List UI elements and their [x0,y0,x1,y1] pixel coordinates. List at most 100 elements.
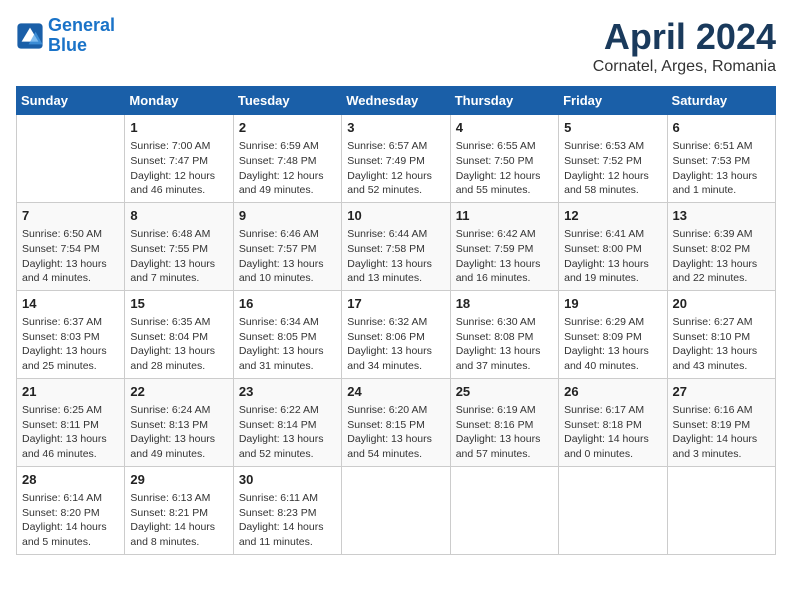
calendar-cell: 24 Sunrise: 6:20 AM Sunset: 8:15 PM Dayli… [342,378,450,466]
day-content: Sunrise: 6:19 AM Sunset: 8:16 PM Dayligh… [456,403,553,462]
calendar-cell [667,466,775,554]
day-content: Sunrise: 6:39 AM Sunset: 8:02 PM Dayligh… [673,227,770,286]
day-number: 21 [22,383,119,401]
calendar-cell: 14 Sunrise: 6:37 AM Sunset: 8:03 PM Dayli… [17,290,125,378]
calendar-cell [342,466,450,554]
title-block: April 2024 Cornatel, Arges, Romania [593,16,776,76]
day-content: Sunrise: 7:00 AM Sunset: 7:47 PM Dayligh… [130,139,227,198]
day-number: 20 [673,295,770,313]
day-content: Sunrise: 6:44 AM Sunset: 7:58 PM Dayligh… [347,227,444,286]
day-number: 30 [239,471,336,489]
day-number: 18 [456,295,553,313]
day-number: 24 [347,383,444,401]
day-content: Sunrise: 6:46 AM Sunset: 7:57 PM Dayligh… [239,227,336,286]
day-number: 17 [347,295,444,313]
weekday-header-friday: Friday [559,87,667,115]
weekday-header-saturday: Saturday [667,87,775,115]
day-number: 27 [673,383,770,401]
day-number: 10 [347,207,444,225]
calendar-cell: 9Sunrise: 6:46 AM Sunset: 7:57 PM Daylig… [233,202,341,290]
day-content: Sunrise: 6:50 AM Sunset: 7:54 PM Dayligh… [22,227,119,286]
day-content: Sunrise: 6:24 AM Sunset: 8:13 PM Dayligh… [130,403,227,462]
day-content: Sunrise: 6:41 AM Sunset: 8:00 PM Dayligh… [564,227,661,286]
weekday-header-row: SundayMondayTuesdayWednesdayThursdayFrid… [17,87,776,115]
day-number: 19 [564,295,661,313]
logo-icon [16,22,44,50]
calendar-cell [450,466,558,554]
calendar-cell [17,115,125,203]
calendar-cell: 18Sunrise: 6:30 AM Sunset: 8:08 PM Dayli… [450,290,558,378]
day-content: Sunrise: 6:35 AM Sunset: 8:04 PM Dayligh… [130,315,227,374]
calendar-cell: 3 Sunrise: 6:57 AM Sunset: 7:49 PM Daylig… [342,115,450,203]
calendar-week-row: 21Sunrise: 6:25 AM Sunset: 8:11 PM Dayli… [17,378,776,466]
calendar-cell: 20 Sunrise: 6:27 AM Sunset: 8:10 PM Dayli… [667,290,775,378]
calendar-cell: 7Sunrise: 6:50 AM Sunset: 7:54 PM Daylig… [17,202,125,290]
calendar-cell: 26 Sunrise: 6:17 AM Sunset: 8:18 PM Dayli… [559,378,667,466]
day-number: 15 [130,295,227,313]
day-content: Sunrise: 6:55 AM Sunset: 7:50 PM Dayligh… [456,139,553,198]
day-number: 28 [22,471,119,489]
day-number: 29 [130,471,227,489]
day-number: 22 [130,383,227,401]
calendar-cell: 12 Sunrise: 6:41 AM Sunset: 8:00 PM Dayli… [559,202,667,290]
day-content: Sunrise: 6:37 AM Sunset: 8:03 PM Dayligh… [22,315,119,374]
day-content: Sunrise: 6:17 AM Sunset: 8:18 PM Dayligh… [564,403,661,462]
calendar-cell: 19 Sunrise: 6:29 AM Sunset: 8:09 PM Dayli… [559,290,667,378]
weekday-header-thursday: Thursday [450,87,558,115]
calendar-cell: 1Sunrise: 7:00 AM Sunset: 7:47 PM Daylig… [125,115,233,203]
calendar-cell: 15 Sunrise: 6:35 AM Sunset: 8:04 PM Dayli… [125,290,233,378]
day-content: Sunrise: 6:22 AM Sunset: 8:14 PM Dayligh… [239,403,336,462]
day-number: 4 [456,119,553,137]
day-content: Sunrise: 6:42 AM Sunset: 7:59 PM Dayligh… [456,227,553,286]
logo-line2: Blue [48,35,87,55]
day-content: Sunrise: 6:48 AM Sunset: 7:55 PM Dayligh… [130,227,227,286]
day-number: 5 [564,119,661,137]
weekday-header-sunday: Sunday [17,87,125,115]
page-header: General Blue April 2024 Cornatel, Arges,… [16,16,776,76]
calendar-cell: 30 Sunrise: 6:11 AM Sunset: 8:23 PM Dayli… [233,466,341,554]
logo-line1: General [48,15,115,35]
day-content: Sunrise: 6:34 AM Sunset: 8:05 PM Dayligh… [239,315,336,374]
day-content: Sunrise: 6:59 AM Sunset: 7:48 PM Dayligh… [239,139,336,198]
calendar-cell: 28 Sunrise: 6:14 AM Sunset: 8:20 PM Dayli… [17,466,125,554]
calendar-week-row: 7Sunrise: 6:50 AM Sunset: 7:54 PM Daylig… [17,202,776,290]
calendar-cell: 13Sunrise: 6:39 AM Sunset: 8:02 PM Dayli… [667,202,775,290]
calendar-cell: 8 Sunrise: 6:48 AM Sunset: 7:55 PM Daylig… [125,202,233,290]
calendar-cell: 25 Sunrise: 6:19 AM Sunset: 8:16 PM Dayli… [450,378,558,466]
calendar-cell: 10 Sunrise: 6:44 AM Sunset: 7:58 PM Dayli… [342,202,450,290]
day-number: 3 [347,119,444,137]
day-number: 12 [564,207,661,225]
day-content: Sunrise: 6:20 AM Sunset: 8:15 PM Dayligh… [347,403,444,462]
calendar-cell: 2 Sunrise: 6:59 AM Sunset: 7:48 PM Daylig… [233,115,341,203]
day-number: 16 [239,295,336,313]
calendar-week-row: 28 Sunrise: 6:14 AM Sunset: 8:20 PM Dayli… [17,466,776,554]
calendar-cell: 21Sunrise: 6:25 AM Sunset: 8:11 PM Dayli… [17,378,125,466]
calendar-table: SundayMondayTuesdayWednesdayThursdayFrid… [16,86,776,555]
page-subtitle: Cornatel, Arges, Romania [593,58,776,76]
calendar-cell: 4 Sunrise: 6:55 AM Sunset: 7:50 PM Daylig… [450,115,558,203]
day-number: 26 [564,383,661,401]
day-number: 11 [456,207,553,225]
calendar-cell: 17Sunrise: 6:32 AM Sunset: 8:06 PM Dayli… [342,290,450,378]
calendar-cell [559,466,667,554]
day-content: Sunrise: 6:57 AM Sunset: 7:49 PM Dayligh… [347,139,444,198]
day-content: Sunrise: 6:27 AM Sunset: 8:10 PM Dayligh… [673,315,770,374]
calendar-cell: 16 Sunrise: 6:34 AM Sunset: 8:05 PM Dayli… [233,290,341,378]
day-number: 6 [673,119,770,137]
day-content: Sunrise: 6:16 AM Sunset: 8:19 PM Dayligh… [673,403,770,462]
day-number: 2 [239,119,336,137]
day-number: 23 [239,383,336,401]
calendar-cell: 6Sunrise: 6:51 AM Sunset: 7:53 PM Daylig… [667,115,775,203]
day-content: Sunrise: 6:11 AM Sunset: 8:23 PM Dayligh… [239,491,336,550]
day-content: Sunrise: 6:14 AM Sunset: 8:20 PM Dayligh… [22,491,119,550]
calendar-week-row: 14 Sunrise: 6:37 AM Sunset: 8:03 PM Dayli… [17,290,776,378]
calendar-cell: 23 Sunrise: 6:22 AM Sunset: 8:14 PM Dayli… [233,378,341,466]
calendar-cell: 5 Sunrise: 6:53 AM Sunset: 7:52 PM Daylig… [559,115,667,203]
day-content: Sunrise: 6:29 AM Sunset: 8:09 PM Dayligh… [564,315,661,374]
weekday-header-monday: Monday [125,87,233,115]
day-content: Sunrise: 6:53 AM Sunset: 7:52 PM Dayligh… [564,139,661,198]
day-number: 25 [456,383,553,401]
day-number: 8 [130,207,227,225]
day-number: 14 [22,295,119,313]
logo: General Blue [16,16,115,56]
